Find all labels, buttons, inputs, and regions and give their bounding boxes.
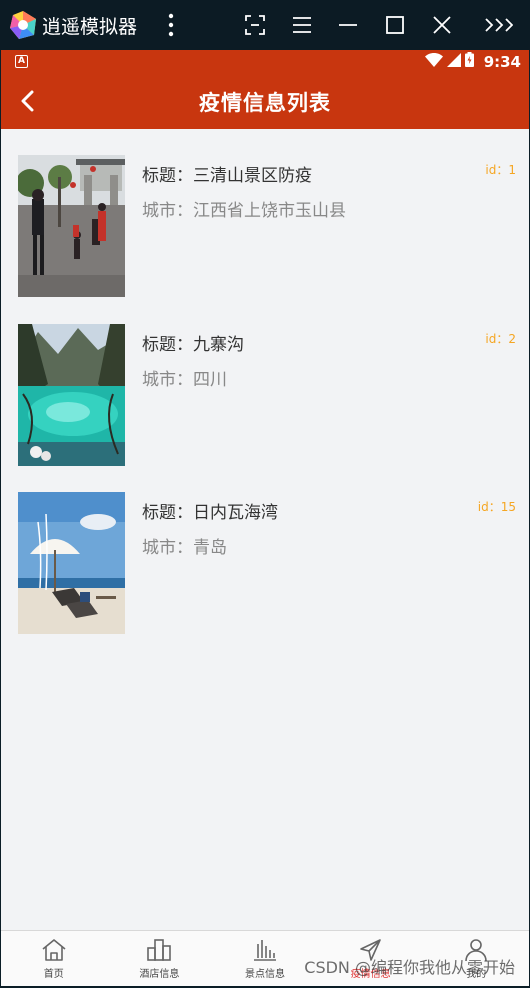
item-city-field: 城市：青岛 xyxy=(142,533,227,558)
building-icon xyxy=(147,939,172,961)
item-title-field: 标题：日内瓦海湾 xyxy=(142,498,278,523)
title-label: 标题： xyxy=(142,503,193,523)
city-label: 城市： xyxy=(142,538,193,558)
screenshot-icon[interactable] xyxy=(240,10,270,40)
id-value: 15 xyxy=(500,500,516,514)
item-city-field: 城市：四川 xyxy=(142,365,227,390)
item-title: 日内瓦海湾 xyxy=(193,503,278,523)
status-indicators: 9:34 xyxy=(424,52,521,71)
emulator-title-bar: 逍遥模拟器 xyxy=(0,0,530,50)
nav-label: 酒店信息 xyxy=(139,969,180,980)
id-label: id： xyxy=(485,332,509,346)
more-vert-icon[interactable] xyxy=(156,10,186,40)
notification-icon: A xyxy=(15,55,28,68)
home-icon xyxy=(42,939,66,961)
title-label: 标题： xyxy=(142,166,193,186)
bottom-navigation: 首页 酒店信息 景点信息 疫情信息 我的 xyxy=(1,930,529,986)
item-city-field: 城市：江西省上饶市玉山县 xyxy=(142,196,346,221)
maximize-icon[interactable] xyxy=(380,10,410,40)
signal-icon xyxy=(446,52,461,71)
nav-epidemic-info[interactable]: 疫情信息 xyxy=(318,931,424,986)
item-title-field: 标题：九寨沟 xyxy=(142,330,244,355)
emulator-title: 逍遥模拟器 xyxy=(42,16,138,38)
minimize-icon[interactable] xyxy=(333,10,363,40)
expand-icon[interactable] xyxy=(482,10,516,40)
nav-home[interactable]: 首页 xyxy=(1,931,107,986)
status-time: 9:34 xyxy=(483,52,521,71)
bar-chart-icon xyxy=(253,940,276,961)
city-label: 城市： xyxy=(142,370,193,390)
user-icon xyxy=(465,939,487,962)
item-title: 九寨沟 xyxy=(193,335,244,355)
nav-scenic-info[interactable]: 景点信息 xyxy=(212,931,318,986)
id-label: id： xyxy=(485,163,509,177)
page-title: 疫情信息列表 xyxy=(199,91,331,115)
battery-icon xyxy=(464,52,474,71)
app-header: 疫情信息列表 xyxy=(1,73,529,129)
item-city: 青岛 xyxy=(193,538,227,558)
item-id: id：15 xyxy=(478,498,516,515)
beach-umbrella-photo xyxy=(18,492,125,634)
id-value: 2 xyxy=(508,332,516,346)
status-bar: A 9:34 xyxy=(1,50,529,73)
list-item[interactable]: 标题：日内瓦海湾 城市：青岛 id：15 xyxy=(1,466,529,634)
id-value: 1 xyxy=(508,163,516,177)
list-item[interactable]: 标题：九寨沟 城市：四川 id：2 xyxy=(1,298,529,466)
item-city: 四川 xyxy=(193,370,227,390)
nav-label: 疫情信息 xyxy=(350,969,391,980)
nav-label: 景点信息 xyxy=(244,969,285,980)
item-title-field: 标题：三清山景区防疫 xyxy=(142,161,312,186)
nav-label: 首页 xyxy=(43,969,64,980)
app-logo-icon xyxy=(8,10,38,40)
list-item[interactable]: 标题：三清山景区防疫 城市：江西省上饶市玉山县 id：1 xyxy=(1,129,529,297)
nav-label: 我的 xyxy=(466,969,487,980)
wifi-icon xyxy=(424,52,443,71)
item-id: id：1 xyxy=(485,161,516,178)
id-label: id： xyxy=(477,500,501,514)
send-icon xyxy=(359,939,381,961)
city-label: 城市： xyxy=(142,201,193,221)
menu-icon[interactable] xyxy=(287,10,317,40)
item-id: id：2 xyxy=(485,330,516,347)
device-screen: A 9:34 疫情信息列表 标题：三清山景区防疫 城市：江西省上饶市玉山县 id… xyxy=(1,50,529,986)
title-label: 标题： xyxy=(142,335,193,355)
nav-hotel-info[interactable]: 酒店信息 xyxy=(107,931,213,986)
nav-mine[interactable]: 我的 xyxy=(423,931,529,986)
close-icon[interactable] xyxy=(427,10,457,40)
lake-valley-photo xyxy=(18,324,125,466)
scenic-square-photo xyxy=(18,155,125,297)
item-city: 江西省上饶市玉山县 xyxy=(193,201,346,221)
item-title: 三清山景区防疫 xyxy=(193,166,312,186)
